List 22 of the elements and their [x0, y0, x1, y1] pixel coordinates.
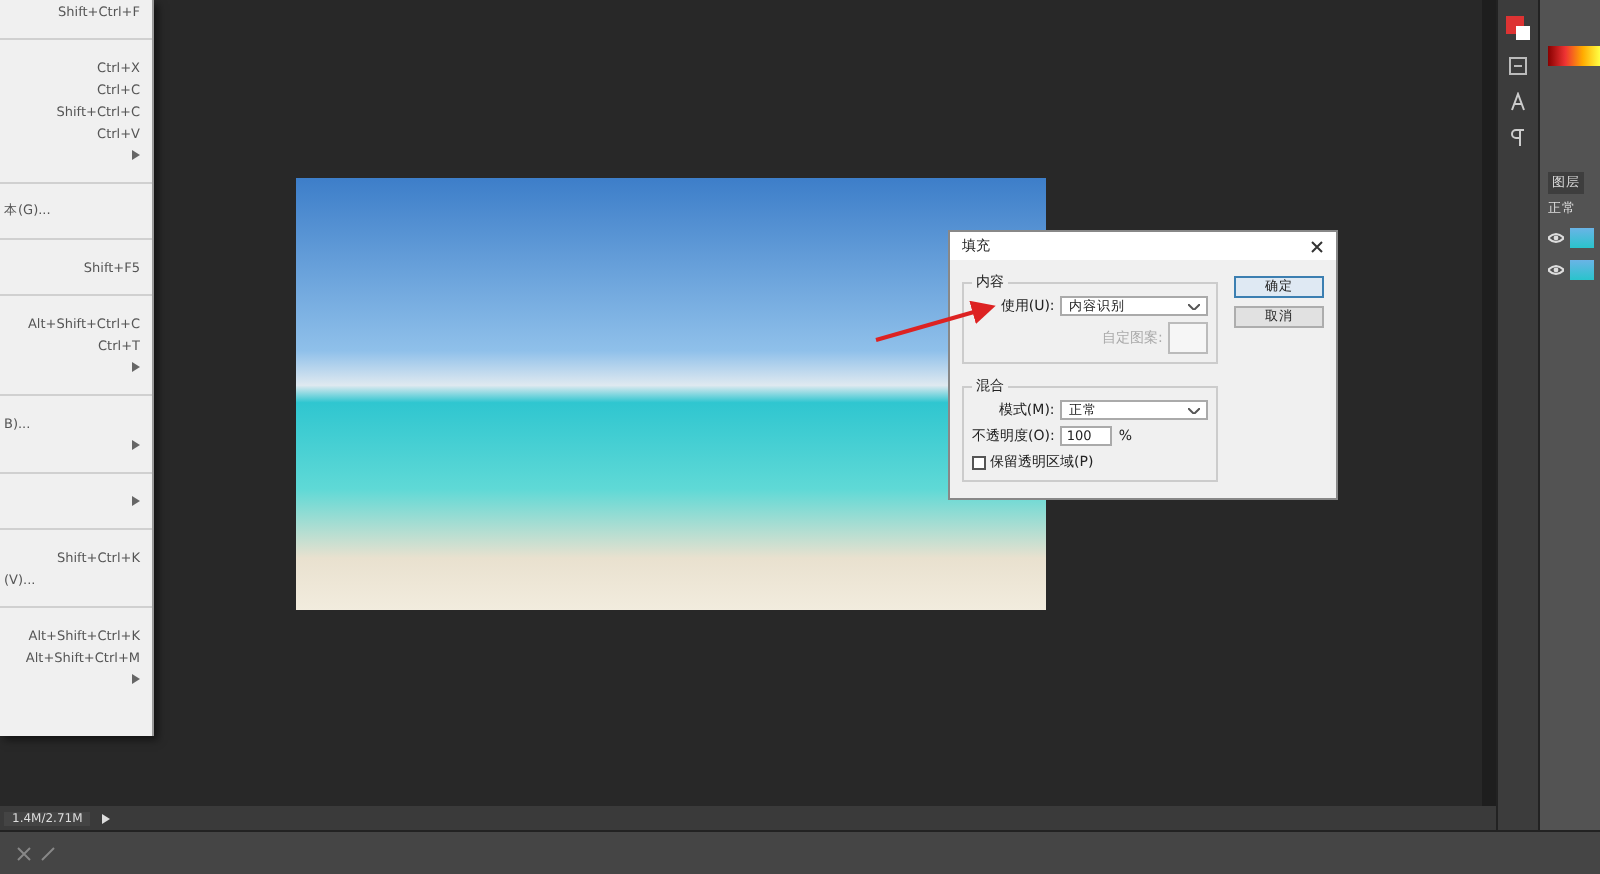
chevron-icon — [1188, 303, 1201, 309]
chevron-icon — [1188, 407, 1201, 413]
eye-icon[interactable] — [1548, 231, 1564, 243]
eye-icon[interactable] — [1548, 263, 1564, 275]
submenu-arrow-icon — [132, 362, 140, 372]
layer-thumbnail — [1570, 259, 1594, 279]
panel-icon[interactable] — [1508, 56, 1528, 76]
checkbox[interactable] — [972, 455, 986, 469]
play-icon[interactable] — [102, 813, 111, 823]
color-swatch-icon[interactable] — [1506, 16, 1530, 40]
paragraph-icon[interactable] — [1510, 128, 1526, 148]
submenu-arrow-icon — [132, 496, 140, 506]
layer-row[interactable] — [1548, 224, 1600, 250]
color-ramp[interactable] — [1548, 46, 1600, 66]
submenu-arrow-icon — [132, 674, 140, 684]
close-icon[interactable] — [1310, 239, 1324, 253]
submenu-arrow-icon — [132, 150, 140, 160]
character-icon[interactable] — [1510, 92, 1526, 112]
layer-row[interactable] — [1548, 256, 1600, 282]
submenu-arrow-icon — [132, 440, 140, 450]
pattern-swatch[interactable] — [1168, 322, 1209, 354]
layer-thumbnail — [1570, 227, 1594, 247]
